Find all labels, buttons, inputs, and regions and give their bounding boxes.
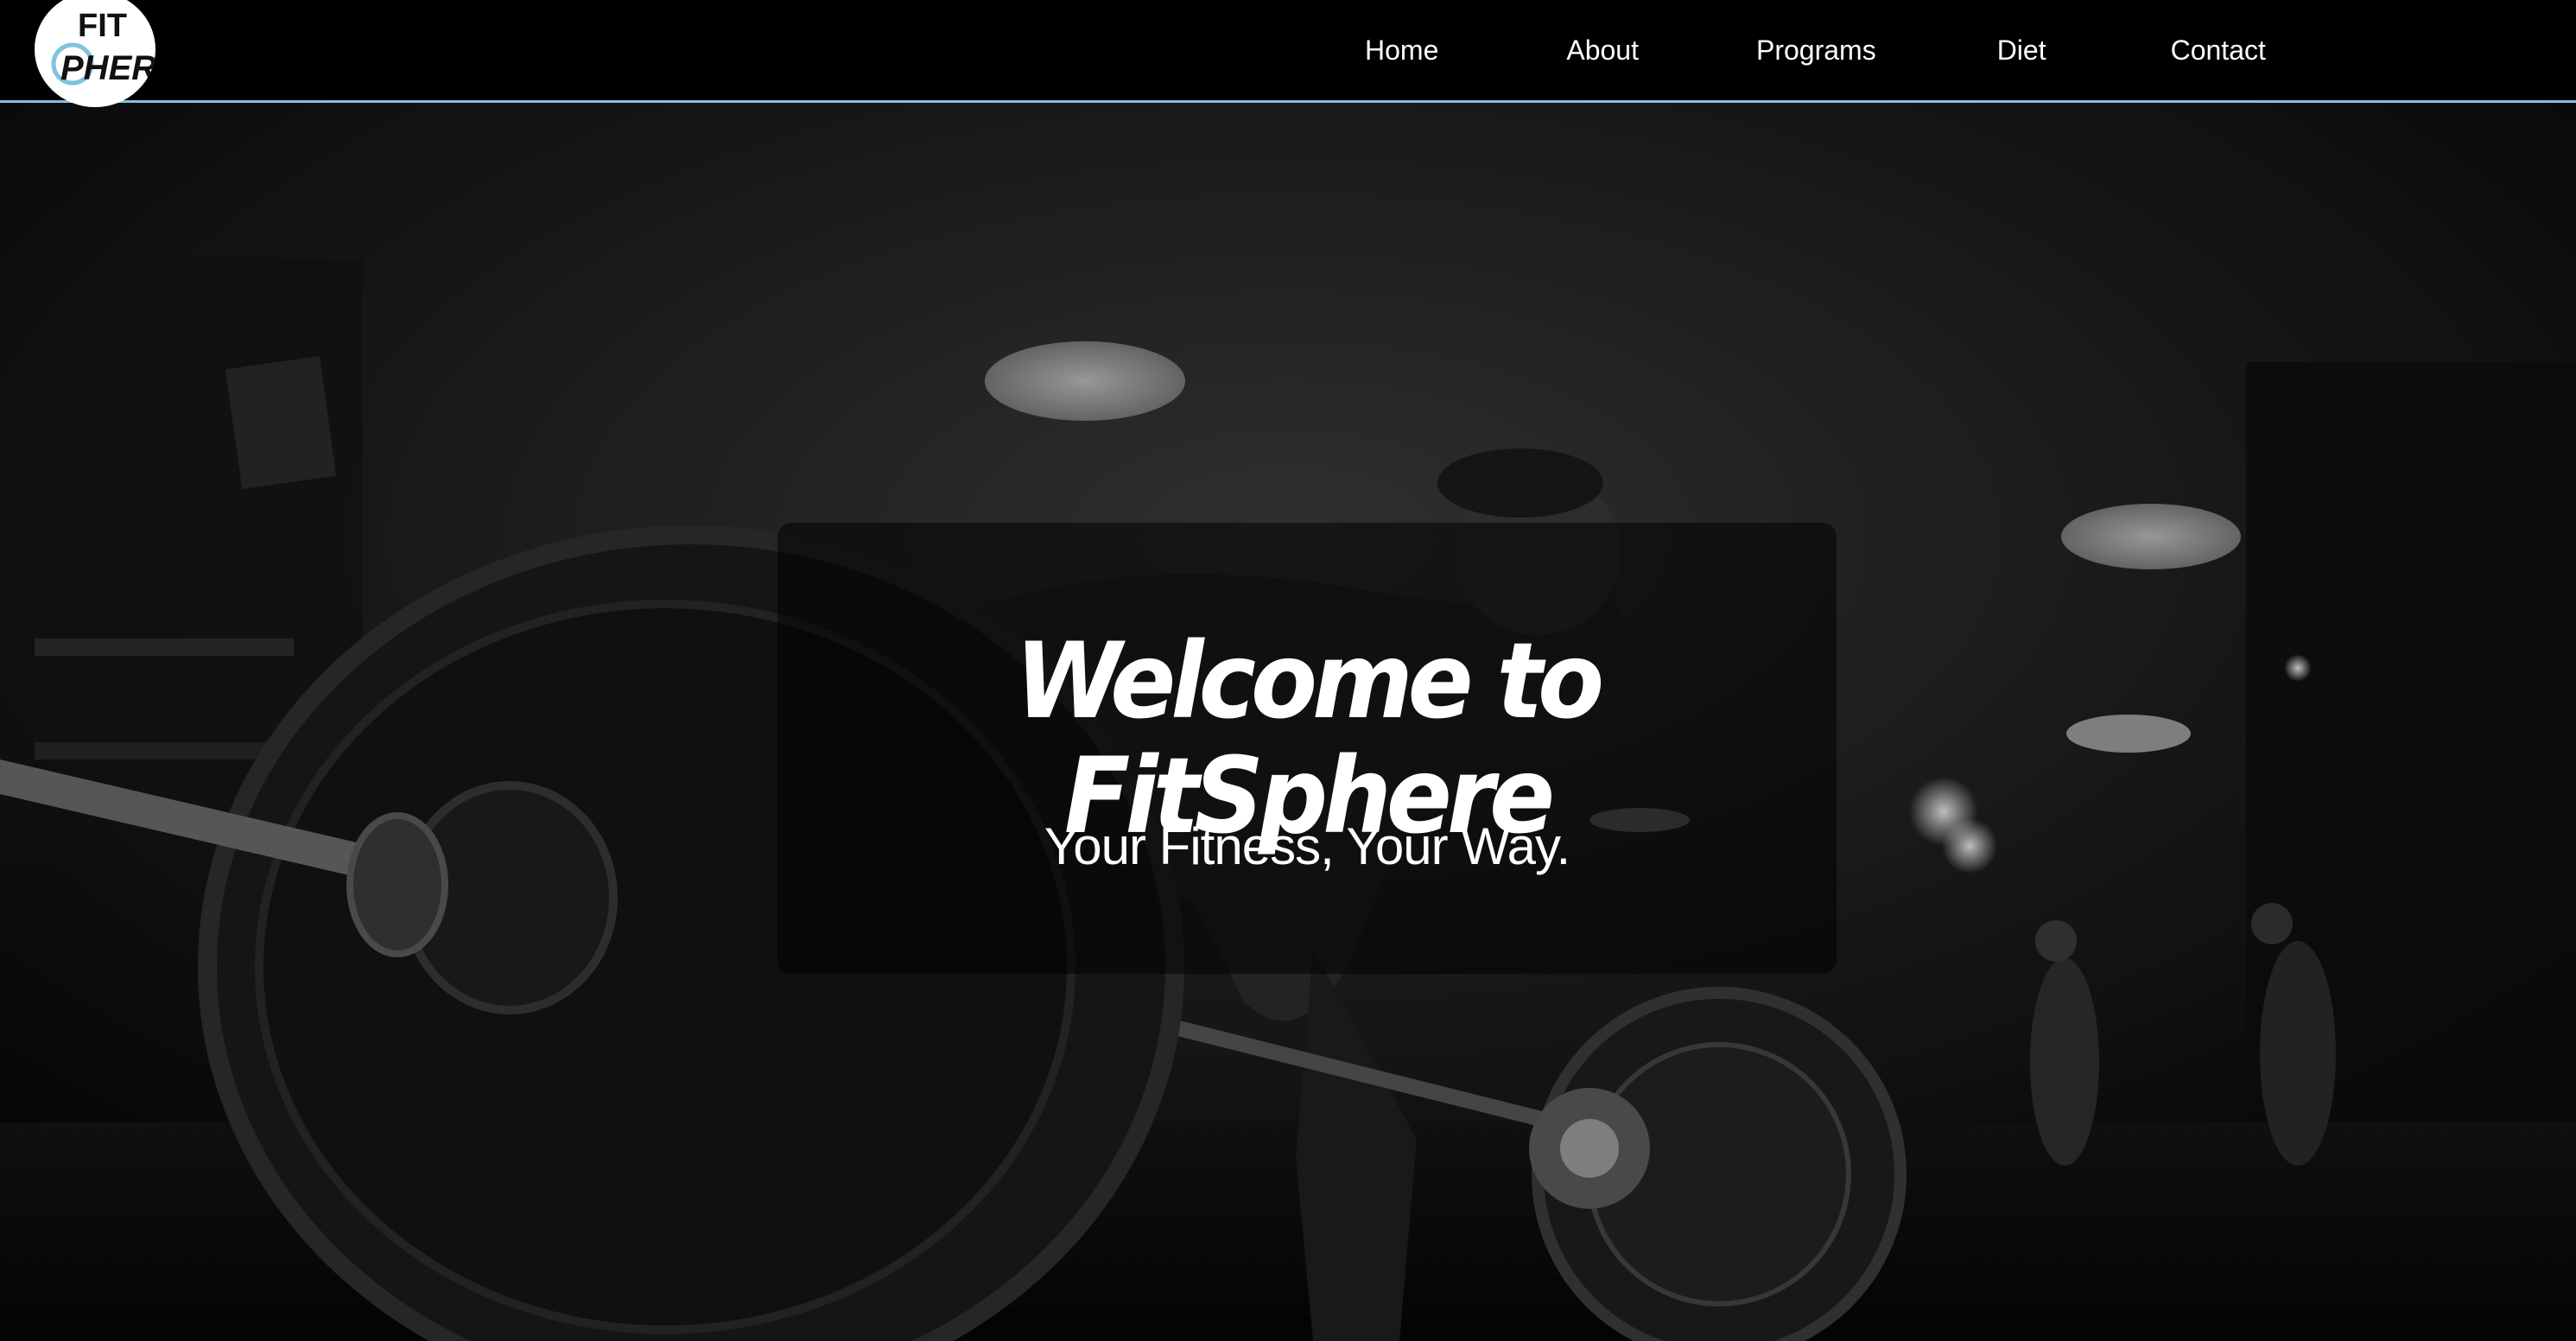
- nav-links: Home About Programs Diet Contact: [1313, 0, 2266, 100]
- logo-phere-text: PHERE: [60, 49, 155, 87]
- hero-section: Welcome to FitSphere Your Fitness, Your …: [0, 103, 2576, 1341]
- hero-card: Welcome to FitSphere Your Fitness, Your …: [777, 523, 1837, 974]
- nav-item-home[interactable]: Home: [1365, 35, 1438, 67]
- logo-mark: FIT PHERE: [51, 8, 155, 87]
- logo-fit-text: FIT: [78, 8, 127, 44]
- navbar: FIT PHERE Home About Programs Diet Conta…: [0, 0, 2576, 107]
- nav-item-about[interactable]: About: [1566, 35, 1639, 67]
- hero-subtitle: Your Fitness, Your Way.: [1044, 817, 1570, 875]
- page: FIT PHERE Home About Programs Diet Conta…: [0, 0, 2576, 1341]
- nav-item-contact[interactable]: Contact: [2171, 35, 2266, 67]
- logo[interactable]: FIT PHERE: [35, 0, 155, 107]
- nav-item-diet[interactable]: Diet: [1997, 35, 2046, 67]
- nav-item-programs[interactable]: Programs: [1756, 35, 1876, 67]
